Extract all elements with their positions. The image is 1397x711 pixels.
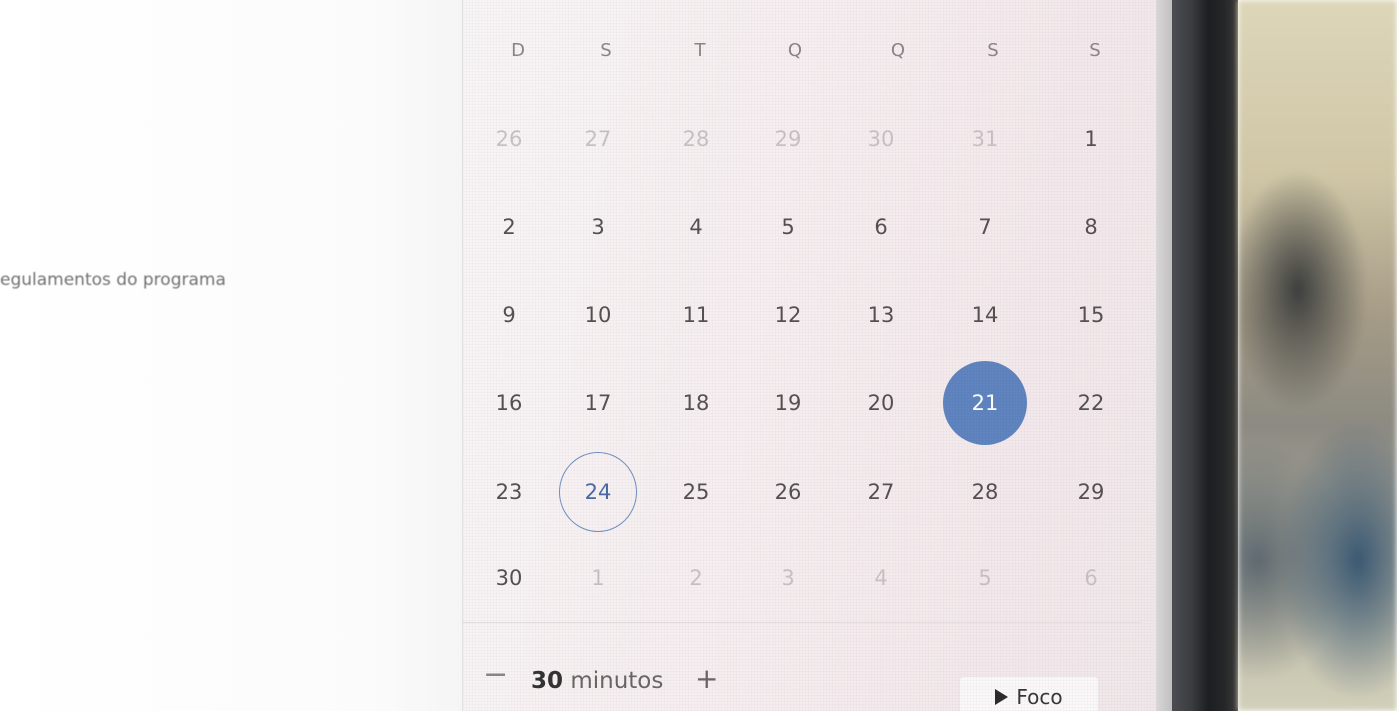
document-text: egulamentos do programa: [0, 270, 226, 290]
weekday-header: D: [511, 40, 525, 61]
weekday-header: Q: [787, 40, 803, 61]
calendar-day[interactable]: 1: [1051, 119, 1131, 159]
calendar-day[interactable]: 2: [469, 207, 549, 247]
calendar-day-selected[interactable]: 21: [943, 361, 1027, 445]
weekday-header: S: [987, 40, 999, 61]
background-scene: [1238, 0, 1397, 711]
calendar-day[interactable]: 1: [558, 558, 638, 598]
calendar-day[interactable]: 5: [748, 207, 828, 247]
calendar-day[interactable]: 28: [656, 119, 736, 159]
calendar-day[interactable]: 4: [656, 207, 736, 247]
calendar-day[interactable]: 30: [469, 558, 549, 598]
calendar-day[interactable]: 7: [945, 207, 1025, 247]
calendar-day[interactable]: 17: [558, 383, 638, 423]
calendar-day[interactable]: 30: [841, 119, 921, 159]
calendar-day[interactable]: 26: [748, 472, 828, 512]
calendar-day[interactable]: 6: [841, 207, 921, 247]
calendar-day-today[interactable]: 24: [559, 452, 637, 532]
calendar-day[interactable]: 4: [841, 558, 921, 598]
calendar-day[interactable]: 23: [469, 472, 549, 512]
calendar-day[interactable]: 27: [558, 119, 638, 159]
calendar-day[interactable]: 31: [945, 119, 1025, 159]
weekday-header: Q: [890, 40, 906, 61]
calendar-day[interactable]: 16: [469, 383, 549, 423]
calendar-day[interactable]: 10: [558, 295, 638, 335]
play-icon: [995, 689, 1009, 705]
weekday-header: S: [600, 40, 612, 61]
calendar-day[interactable]: 5: [945, 558, 1025, 598]
calendar-day[interactable]: 13: [841, 295, 921, 335]
screen: egulamentos do programa D S T Q Q S S 26…: [0, 0, 1397, 711]
calendar-day[interactable]: 19: [748, 383, 828, 423]
focus-duration: 30 minutos: [531, 668, 663, 694]
calendar-day[interactable]: 25: [656, 472, 736, 512]
calendar-day[interactable]: 2: [656, 558, 736, 598]
focus-duration-value: 30: [531, 668, 564, 694]
decrease-time-button[interactable]: −: [483, 660, 508, 690]
weekday-header: T: [694, 40, 706, 61]
calendar-day[interactable]: 29: [748, 119, 828, 159]
calendar-day[interactable]: 27: [841, 472, 921, 512]
calendar-flyout: D S T Q Q S S 26 27 28 29 30 31 1 2 3 4 5 6 7 8 9 10 11 1…: [462, 0, 1165, 711]
calendar-day[interactable]: 28: [945, 472, 1025, 512]
calendar-day[interactable]: 29: [1051, 472, 1131, 512]
calendar-day[interactable]: 8: [1051, 207, 1131, 247]
calendar-day[interactable]: 9: [469, 295, 549, 335]
weekday-header: S: [1089, 40, 1101, 61]
monitor-bezel: [1172, 0, 1238, 711]
calendar-day[interactable]: 26: [469, 119, 549, 159]
calendar-day[interactable]: 22: [1051, 383, 1131, 423]
focus-button-label: Foco: [1016, 685, 1063, 709]
divider: [463, 622, 1141, 623]
document-pane: egulamentos do programa: [0, 0, 462, 711]
calendar-day[interactable]: 18: [656, 383, 736, 423]
focus-button[interactable]: Foco: [959, 676, 1099, 711]
calendar-day[interactable]: 20: [841, 383, 921, 423]
calendar-day[interactable]: 14: [945, 295, 1025, 335]
calendar-day[interactable]: 12: [748, 295, 828, 335]
calendar-day[interactable]: 11: [656, 295, 736, 335]
calendar-day[interactable]: 3: [748, 558, 828, 598]
monitor-bezel-edge: [1156, 0, 1172, 711]
calendar-day[interactable]: 3: [558, 207, 638, 247]
calendar-day[interactable]: 6: [1051, 558, 1131, 598]
calendar-day[interactable]: 15: [1051, 295, 1131, 335]
focus-duration-unit: minutos: [570, 668, 664, 694]
increase-time-button[interactable]: +: [695, 664, 718, 694]
